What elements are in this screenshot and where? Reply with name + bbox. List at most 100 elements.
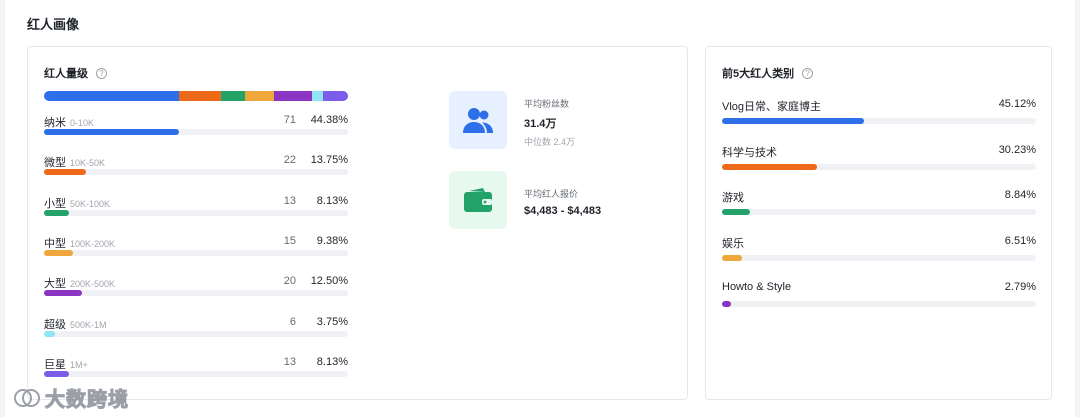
level-tier-row: 纳米 0-10K 71 44.38% (44, 114, 348, 144)
level-tier-row: 大型 200K-500K 20 12.50% (44, 275, 348, 305)
top-categories-card: 前5大红人类别 ? Vlog日常、家庭博主 45.12% 科学与技术 30.23% 游戏… (705, 46, 1052, 400)
tier-percent: 8.13% (316, 194, 348, 207)
tier-name: 巨星 1M+ (44, 356, 88, 372)
category-percent: 45.12% (998, 98, 1036, 110)
level-tier-row: 中型 100K-200K 15 9.38% (44, 235, 348, 265)
avg-price-value: $4,483 - $4,483 (524, 205, 602, 217)
watermark-text: 大数跨境 (45, 389, 129, 412)
tier-progress-track (44, 370, 348, 377)
category-name: Vlog日常、家庭博主 (722, 101, 822, 113)
category-row: 游戏 8.84% (722, 189, 1036, 219)
level-tier-row: 小型 50K-100K 13 8.13% (44, 195, 348, 225)
tier-label: 纳米 (44, 117, 66, 129)
category-row: 娱乐 6.51% (722, 235, 1036, 265)
tier-count: 13 (283, 355, 296, 368)
tier-count: 15 (283, 234, 296, 247)
page-title: 红人画像 (27, 17, 80, 32)
tier-progress-fill (44, 129, 179, 135)
category-name: 科学与技术 (722, 146, 777, 159)
category-percent: 8.84% (1004, 189, 1036, 202)
tier-percent: 3.75% (316, 315, 348, 328)
tier-range: 50K-100K (70, 198, 111, 209)
level-tier-row: 超级 500K-1M 6 3.75% (44, 316, 348, 346)
stack-segment (178, 91, 221, 101)
tier-name: 小型 50K-100K (44, 195, 110, 211)
category-name: 游戏 (722, 192, 744, 205)
tier-count: 71 (283, 114, 296, 126)
tier-progress-fill (44, 370, 69, 377)
stack-segment (311, 91, 324, 101)
tier-progress-track (44, 290, 348, 297)
tier-count: 6 (289, 315, 296, 328)
tier-percent: 44.38% (310, 114, 348, 126)
tier-range: 10K-50K (70, 158, 106, 169)
watermark: 大数跨境 (13, 383, 129, 412)
tier-progress-fill (44, 249, 73, 256)
category-progress-track (722, 300, 1036, 307)
level-stacked-bar (44, 91, 348, 101)
category-progress-fill (722, 118, 864, 124)
tier-progress-fill (44, 209, 69, 216)
tier-count: 13 (283, 194, 296, 207)
category-row: Vlog日常、家庭博主 45.12% (722, 98, 1036, 128)
stack-segment (273, 91, 312, 101)
category-progress-track (722, 118, 1036, 124)
category-progress-fill (722, 300, 731, 307)
tier-range: 500K-1M (70, 319, 107, 330)
tier-range: 0-10K (70, 118, 95, 128)
tier-progress-track (44, 209, 348, 216)
avg-fans-value: 31.4万 (524, 118, 557, 130)
category-progress-track (722, 209, 1036, 216)
category-progress-fill (722, 209, 750, 216)
tier-percent: 12.50% (310, 275, 348, 288)
tier-count: 22 (283, 154, 296, 167)
watermark-logo-icon (14, 388, 40, 407)
tier-range: 200K-500K (70, 279, 116, 290)
tier-progress-fill (44, 169, 86, 176)
tier-percent: 13.75% (310, 154, 348, 167)
help-icon[interactable]: ? (96, 67, 107, 79)
wallet-icon (449, 171, 507, 229)
tier-name: 超级 500K-1M (44, 316, 107, 332)
tier-percent: 8.13% (316, 355, 348, 368)
category-progress-fill (722, 255, 743, 262)
category-row: Howto & Style 2.79% (722, 281, 1036, 311)
tier-label: 中型 (44, 237, 66, 250)
tier-range: 100K-200K (70, 238, 116, 249)
tier-range: 1M+ (70, 359, 88, 370)
tier-percent: 9.38% (316, 234, 348, 247)
tier-label: 小型 (44, 197, 66, 210)
page-container: 红人画像 红人量级 ? 纳米 0-10K 71 44.38% 微型 10K-50K 22 13… (5, 0, 1075, 417)
category-card-title: 前5大红人类别 (722, 68, 795, 80)
median-fans: 中位数 2.4万 (524, 137, 576, 147)
category-progress-track (722, 163, 1036, 170)
category-percent: 30.23% (998, 143, 1036, 156)
level-card-header: 红人量级 ? (44, 65, 107, 81)
level-tier-row: 微型 10K-50K 22 13.75% (44, 154, 348, 184)
category-card-header: 前5大红人类别 ? (722, 65, 814, 81)
tier-progress-track (44, 169, 348, 176)
stack-segment (245, 91, 274, 101)
influencer-level-card: 红人量级 ? 纳米 0-10K 71 44.38% 微型 10K-50K 22 13.75% 小… (27, 46, 688, 400)
category-percent: 2.79% (1004, 280, 1036, 293)
tier-progress-track (44, 249, 348, 256)
tier-progress-fill (44, 330, 56, 337)
avg-price-label: 平均红人报价 (524, 189, 579, 199)
users-icon (449, 91, 507, 149)
tier-label: 超级 (44, 318, 66, 331)
tier-count: 20 (283, 275, 296, 288)
tier-name: 中型 100K-200K (44, 235, 115, 251)
tier-name: 微型 10K-50K (44, 154, 105, 170)
category-name: 娱乐 (722, 238, 744, 251)
category-row: 科学与技术 30.23% (722, 144, 1036, 174)
tier-label: 巨星 (44, 358, 66, 371)
tier-progress-fill (44, 290, 82, 297)
tier-progress-track (44, 330, 348, 337)
help-icon[interactable]: ? (802, 67, 814, 79)
category-percent: 6.51% (1004, 235, 1036, 248)
category-name: Howto & Style (722, 280, 792, 293)
tier-progress-track (44, 129, 348, 135)
tier-name: 纳米 0-10K (44, 114, 94, 130)
stack-segment (44, 91, 179, 101)
stack-segment (323, 91, 348, 101)
